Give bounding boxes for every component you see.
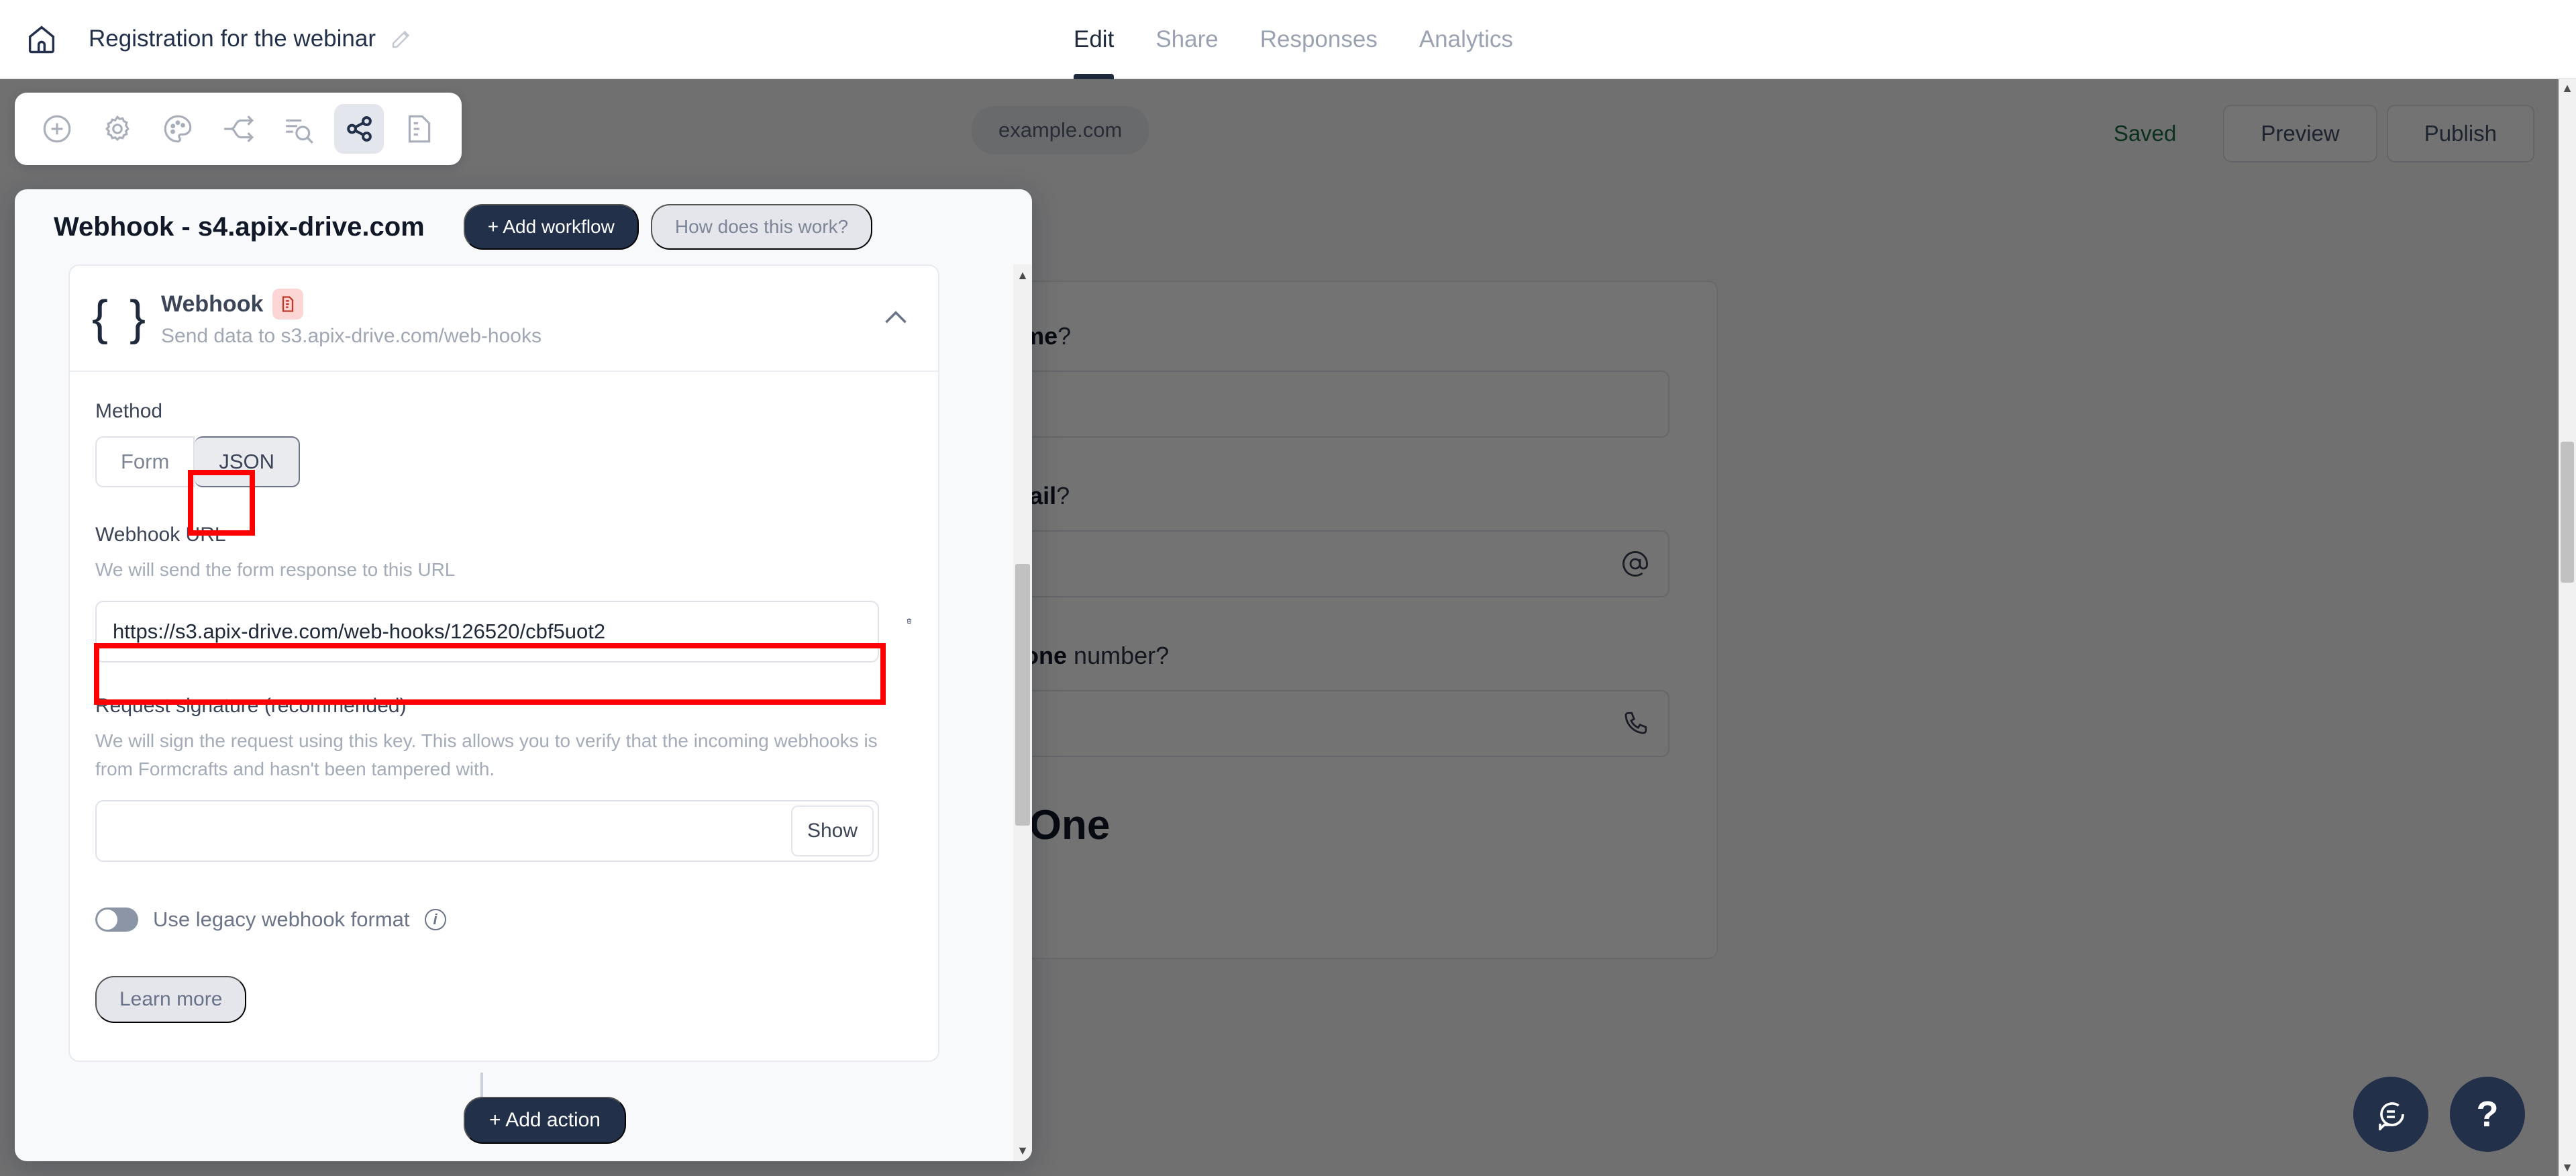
method-label: Method <box>95 400 163 422</box>
webhook-card-subtitle: Send data to s3.apix-drive.com/web-hooks <box>161 325 542 347</box>
modal-scrollbar[interactable]: ▲ ▼ <box>1013 264 1032 1161</box>
webhook-url-help: We will send the form response to this U… <box>95 559 456 580</box>
webhook-card-body: Method Form JSON Webhook URL We will sen… <box>70 372 938 1061</box>
scroll-up-arrow-icon[interactable]: ▲ <box>2559 79 2576 97</box>
webhook-url-label: Webhook URL <box>95 524 226 546</box>
app-root: Registration for the webinar Edit Share … <box>0 0 2576 1176</box>
webhook-action-card: { } Webhook Send data to s3.apix-drive.c… <box>68 264 939 1063</box>
modal-header: Webhook - s4.apix-drive.com + Add workfl… <box>15 189 1032 264</box>
add-action-area: + Add action <box>68 1073 1021 1161</box>
top-header-bar: Registration for the webinar Edit Share … <box>0 0 2576 79</box>
how-does-this-work-button[interactable]: How does this work? <box>650 204 873 250</box>
tab-edit[interactable]: Edit <box>1074 0 1115 79</box>
webhook-card-title: Webhook <box>161 291 264 317</box>
legacy-webhook-label: Use legacy webhook format <box>153 908 410 932</box>
document-red-icon <box>272 289 304 320</box>
info-circle-icon[interactable]: i <box>424 909 446 931</box>
modal-scroll-up-arrow-icon[interactable]: ▲ <box>1013 266 1032 285</box>
chevron-up-icon[interactable] <box>879 301 913 335</box>
question-mark-icon[interactable]: ? <box>2450 1077 2525 1152</box>
add-workflow-button[interactable]: + Add workflow <box>463 204 639 250</box>
share-integrations-icon[interactable] <box>334 104 384 154</box>
chat-bubble-icon[interactable] <box>2353 1077 2428 1152</box>
modal-title: Webhook - s4.apix-drive.com <box>54 211 425 242</box>
webhook-url-input[interactable]: https://s3.apix-drive.com/web-hooks/1265… <box>95 601 879 663</box>
method-option-json[interactable]: JSON <box>195 436 301 487</box>
add-action-button[interactable]: + Add action <box>464 1097 626 1144</box>
tab-analytics[interactable]: Analytics <box>1419 0 1513 79</box>
modal-header-buttons: + Add workflow How does this work? <box>463 204 873 250</box>
tab-responses[interactable]: Responses <box>1260 0 1378 79</box>
page-scrollbar-thumb[interactable] <box>2561 442 2574 583</box>
trash-icon[interactable] <box>906 616 913 648</box>
request-signature-label: Request signature (recommended) <box>95 695 407 718</box>
modal-scroll-area: { } Webhook Send data to s3.apix-drive.c… <box>68 264 1021 1087</box>
learn-more-button[interactable]: Learn more <box>95 976 247 1024</box>
editor-toolbar <box>15 93 462 165</box>
home-icon[interactable] <box>24 21 59 56</box>
webhook-settings-modal: Webhook - s4.apix-drive.com + Add workfl… <box>15 189 1032 1161</box>
request-signature-help: We will sign the request using this key.… <box>95 730 878 779</box>
main-nav-tabs: Edit Share Responses Analytics <box>1074 0 1513 79</box>
show-signature-button[interactable]: Show <box>790 805 874 857</box>
page-title: Registration for the webinar <box>89 26 376 52</box>
palette-theme-icon[interactable] <box>153 104 203 154</box>
webhook-url-row: https://s3.apix-drive.com/web-hooks/1265… <box>95 601 913 663</box>
floating-action-buttons: ? <box>2353 1077 2525 1152</box>
webhook-card-header[interactable]: { } Webhook Send data to s3.apix-drive.c… <box>70 266 938 372</box>
branching-logic-icon[interactable] <box>213 104 263 154</box>
pencil-edit-icon[interactable] <box>389 27 413 51</box>
settings-gear-icon[interactable] <box>93 104 142 154</box>
request-signature-input[interactable]: Show <box>95 800 879 863</box>
curly-braces-icon: { } <box>91 291 150 345</box>
page-scrollbar[interactable]: ▲ ▼ <box>2559 79 2576 1176</box>
add-element-icon[interactable] <box>32 104 82 154</box>
modal-scrollbar-thumb[interactable] <box>1015 564 1030 826</box>
document-pages-icon[interactable] <box>395 104 444 154</box>
legacy-webhook-toggle-row: Use legacy webhook format i <box>95 908 913 932</box>
legacy-webhook-toggle[interactable] <box>95 908 138 932</box>
modal-scroll-down-arrow-icon[interactable]: ▼ <box>1013 1141 1032 1160</box>
method-segmented-control: Form JSON <box>95 436 301 487</box>
rules-search-icon[interactable] <box>274 104 323 154</box>
scroll-down-arrow-icon[interactable]: ▼ <box>2559 1159 2576 1176</box>
tab-share[interactable]: Share <box>1155 0 1218 79</box>
modal-body: { } Webhook Send data to s3.apix-drive.c… <box>68 264 1021 1161</box>
method-option-form[interactable]: Form <box>95 436 195 487</box>
